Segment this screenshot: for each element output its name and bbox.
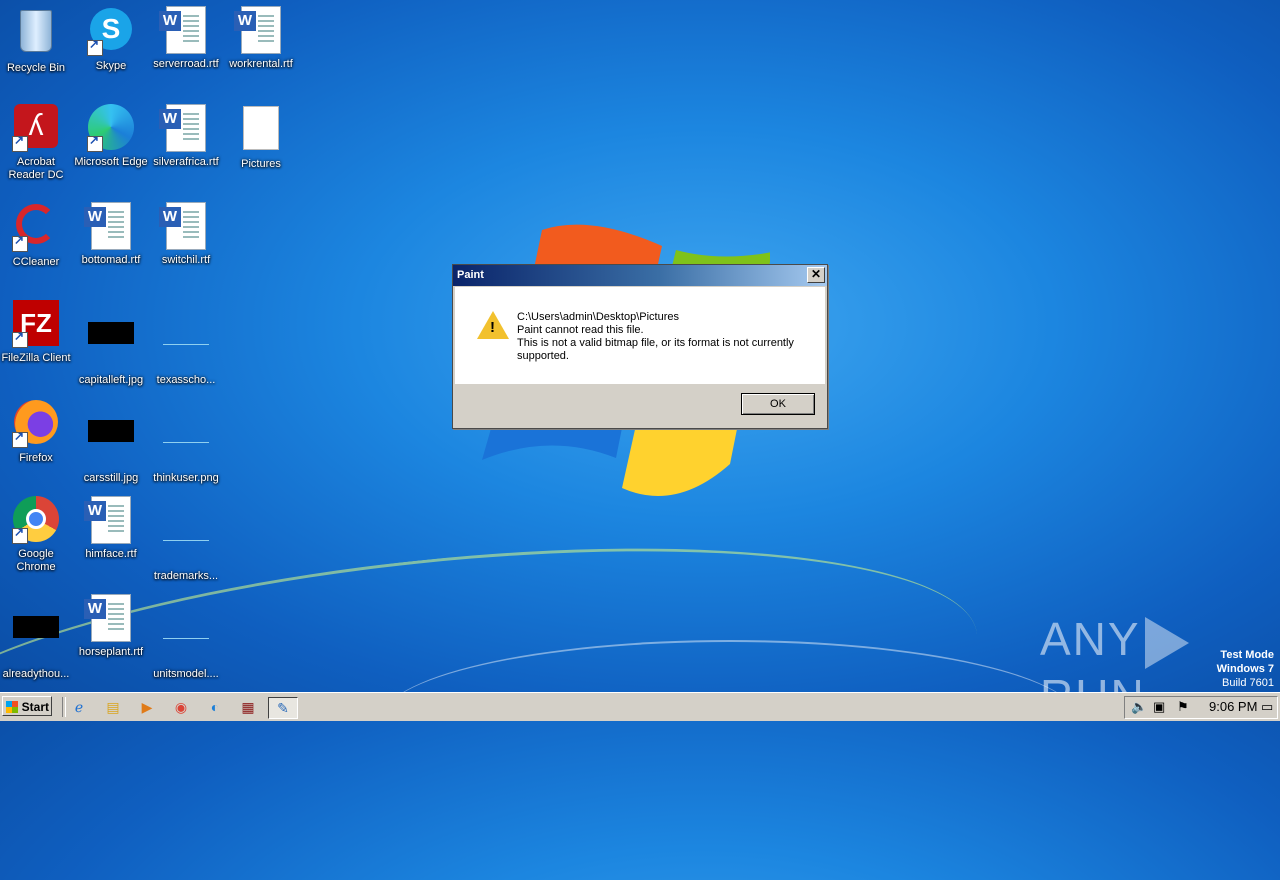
firefox-icon [12, 400, 60, 448]
flag-icon[interactable]: ⚑ [1177, 699, 1189, 715]
file-path: C:\Users\admin\Desktop\Pictures [517, 311, 679, 323]
dialog-body: ! C:\Users\admin\Desktop\Pictures Paint … [455, 287, 825, 384]
desktop-icon-pictures[interactable]: Pictures [223, 104, 299, 171]
clock[interactable]: 9:06 PM [1209, 699, 1257, 714]
image-thumbnail-icon [87, 420, 135, 468]
image-thumbnail-icon [87, 322, 135, 370]
ok-button[interactable]: OK [741, 393, 815, 415]
word-document-icon: W [84, 594, 135, 642]
speaker-icon[interactable]: 🔈 [1131, 699, 1147, 715]
filezilla-icon: FZ [12, 300, 60, 348]
blank-file-icon [237, 106, 285, 154]
edge-icon[interactable]: ◐ [204, 697, 226, 717]
word-document-icon: W [159, 104, 210, 152]
close-button[interactable]: ✕ [807, 267, 825, 283]
windows-flag-icon [6, 701, 18, 713]
dialog-title: Paint [457, 269, 484, 281]
media-player-icon[interactable]: ▶ [136, 697, 158, 717]
skype-icon: S [87, 8, 135, 56]
winrar-icon[interactable]: ▦ [237, 697, 259, 717]
desktop-icon-workrental[interactable]: W workrental.rtf [223, 6, 299, 71]
image-thumbnail-icon [162, 616, 210, 664]
desktop-icon-serverroad[interactable]: W serverroad.rtf [148, 6, 224, 71]
desktop-icon-unitsmodel[interactable]: unitsmodel.... [148, 594, 224, 681]
desktop-icon-filezilla[interactable]: FZ FileZilla Client [0, 300, 74, 365]
desktop-icon-texasscho[interactable]: texasscho... [148, 300, 224, 387]
windows-test-mode-watermark: Test Mode Windows 7 Build 7601 [1216, 649, 1274, 689]
desktop: Recycle Bin ʎ Acrobat Reader DC CCleaner… [0, 0, 1280, 880]
taskbar: Start ℯ ▤ ▶ ◉ ◐ ▦ ✎ 🔈 ▣ ⚑ 9:06 PM ▭ [0, 692, 1280, 721]
desktop-icon-trademarks[interactable]: trademarks... [148, 496, 224, 583]
desktop-icon-ccleaner[interactable]: CCleaner [0, 202, 74, 269]
chrome-icon [12, 496, 60, 544]
desktop-icon-switchil[interactable]: W switchil.rtf [148, 202, 224, 267]
desktop-icon-acrobat[interactable]: ʎ Acrobat Reader DC [0, 104, 74, 182]
image-thumbnail-icon [162, 322, 210, 370]
word-document-icon: W [159, 6, 210, 54]
warning-icon: ! [477, 311, 509, 339]
paint-icon[interactable]: ✎ [268, 697, 298, 719]
message-line-2: This is not a valid bitmap file, or its … [517, 337, 794, 362]
desktop-icon-horseplant[interactable]: W horseplant.rtf [73, 594, 149, 659]
play-icon [1144, 616, 1189, 669]
image-thumbnail-icon [12, 616, 60, 664]
ccleaner-icon [12, 204, 60, 252]
taskbar-separator [62, 697, 66, 717]
ie-icon[interactable]: ℯ [68, 697, 90, 717]
image-thumbnail-icon [162, 420, 210, 468]
word-document-icon: W [84, 496, 135, 544]
desktop-icon-silverafrica[interactable]: W silverafrica.rtf [148, 104, 224, 169]
chrome-icon[interactable]: ◉ [170, 697, 192, 717]
desktop-icon-himface[interactable]: W himface.rtf [73, 496, 149, 561]
explorer-icon[interactable]: ▤ [102, 697, 124, 717]
desktop-icon-chrome[interactable]: Google Chrome [0, 496, 74, 574]
desktop-icon-skype[interactable]: S Skype [73, 6, 149, 73]
desktop-icon-alreadythou[interactable]: alreadythou... [0, 594, 74, 681]
word-document-icon: W [234, 6, 285, 54]
desktop-icon-capitalleft[interactable]: capitalleft.jpg [73, 300, 149, 387]
recycle-bin-icon [12, 10, 60, 58]
word-document-icon: W [84, 202, 135, 250]
edge-icon [87, 104, 135, 152]
dialog-title-bar: Paint ✕ [453, 265, 827, 286]
message-line-1: Paint cannot read this file. [517, 324, 644, 336]
desktop-icon-bottomad[interactable]: W bottomad.rtf [73, 202, 149, 267]
wallpaper-swoosh [380, 640, 1080, 802]
desktop-icon-thinkuser[interactable]: thinkuser.png [148, 398, 224, 485]
image-thumbnail-icon [162, 518, 210, 566]
desktop-icon-recycle-bin[interactable]: Recycle Bin [0, 6, 74, 75]
start-button[interactable]: Start [2, 696, 52, 716]
paint-error-dialog: Paint ✕ ! C:\Users\admin\Desktop\Picture… [452, 264, 828, 429]
desktop-icon-edge[interactable]: Microsoft Edge [73, 104, 149, 169]
network-icon[interactable]: ▣ [1153, 699, 1165, 715]
system-tray: 🔈 ▣ ⚑ 9:06 PM ▭ [1124, 696, 1278, 719]
desktop-icon-firefox[interactable]: Firefox [0, 398, 74, 465]
word-document-icon: W [159, 202, 210, 250]
acrobat-icon: ʎ [12, 104, 60, 152]
dialog-message: C:\Users\admin\Desktop\Pictures Paint ca… [517, 311, 807, 363]
show-desktop-icon[interactable]: ▭ [1261, 699, 1273, 715]
desktop-icon-carsstill[interactable]: carsstill.jpg [73, 398, 149, 485]
